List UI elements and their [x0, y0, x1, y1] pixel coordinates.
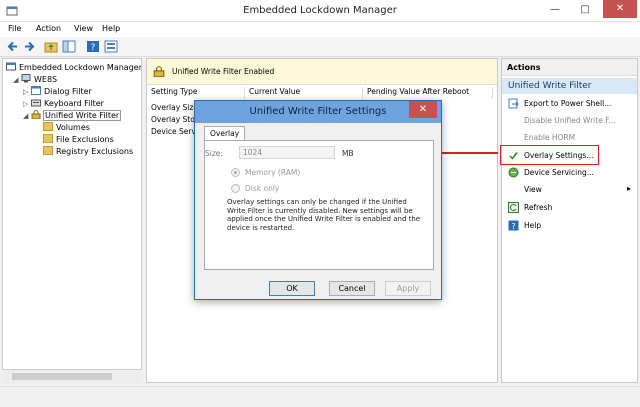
svg-text:?: ?	[91, 43, 96, 53]
action-device-servicing[interactable]: Device Servicing...	[524, 168, 594, 177]
action-refresh[interactable]: Refresh	[524, 203, 552, 212]
column-setting-type[interactable]: Setting Type	[147, 87, 245, 99]
menu-bar: File Action View Help	[0, 22, 640, 37]
table-row[interactable]: Device Servi	[151, 127, 198, 136]
close-button[interactable]: ✕	[603, 0, 637, 18]
lock-icon	[153, 66, 165, 77]
folder-icon	[43, 122, 53, 131]
memory-radio[interactable]	[231, 168, 240, 177]
device-servicing-icon	[508, 167, 519, 178]
navigation-tree: Embedded Lockdown Manager ◢ WE8S ▷ Dialog …	[2, 58, 142, 383]
tree-dialog-filter-label: Dialog Filter	[44, 87, 92, 96]
column-pending-value[interactable]: Pending Value After Reboot	[363, 87, 493, 99]
tree-dialog-filter[interactable]: ▷ Dialog Filter	[23, 86, 92, 96]
tree-unified-write-filter[interactable]: ◢ Unified Write Filter	[23, 110, 122, 121]
title-bar: Embedded Lockdown Manager — □ ✕	[0, 0, 640, 22]
tree-unified-write-filter-label: Unified Write Filter	[42, 110, 122, 121]
column-current-value[interactable]: Current Value	[245, 87, 363, 99]
tree-keyboard-filter[interactable]: ▷ Keyboard Filter	[23, 98, 104, 108]
collapse-icon[interactable]: ◢	[23, 112, 31, 120]
highlight-box	[500, 145, 599, 165]
properties-icon[interactable]	[104, 40, 118, 53]
size-input[interactable]	[239, 146, 335, 159]
lockdown-manager-icon	[6, 62, 16, 71]
tab-overlay[interactable]: Overlay	[204, 126, 246, 141]
uwf-settings-dialog: Unified Write Filter Settings ✕ Overlay …	[194, 100, 442, 300]
help-icon: ?	[508, 220, 519, 231]
table-row[interactable]: Overlay Size	[151, 103, 198, 112]
action-disable-uwf[interactable]: Disable Unified Write F...	[524, 116, 615, 125]
menu-file[interactable]: File	[8, 24, 21, 33]
actions-header: Actions	[502, 59, 637, 76]
actions-section-title[interactable]: Unified Write Filter	[502, 78, 637, 94]
table-row[interactable]: Overlay Stor	[151, 115, 198, 124]
action-help[interactable]: Help	[524, 221, 541, 230]
help-icon[interactable]: ?	[86, 40, 100, 53]
size-unit-label: MB	[342, 149, 354, 158]
toolbar: ?	[0, 37, 640, 57]
tree-volumes[interactable]: Volumes	[43, 122, 90, 132]
scrollbar-thumb[interactable]	[12, 373, 112, 380]
forward-icon[interactable]	[22, 40, 36, 53]
folder-icon	[43, 146, 53, 155]
dialog-filter-icon	[31, 86, 41, 95]
action-view[interactable]: View	[524, 185, 542, 194]
submenu-arrow-icon: ▸	[626, 184, 631, 193]
collapse-icon[interactable]: ◢	[13, 76, 21, 84]
maximize-button[interactable]: □	[572, 0, 598, 20]
dialog-title-bar[interactable]: Unified Write Filter Settings ✕	[195, 101, 441, 123]
tree-horizontal-scrollbar[interactable]	[2, 369, 142, 383]
up-folder-icon[interactable]	[44, 40, 58, 53]
menu-help[interactable]: Help	[102, 24, 120, 33]
show-hide-tree-icon[interactable]	[62, 40, 76, 53]
tree-file-exclusions-label: File Exclusions	[56, 135, 114, 144]
tree-registry-exclusions[interactable]: Registry Exclusions	[43, 146, 133, 156]
tree-volumes-label: Volumes	[56, 123, 90, 132]
ok-button[interactable]: OK	[269, 281, 315, 296]
status-bar	[0, 386, 640, 407]
overlay-note: Overlay settings can only be changed if …	[227, 198, 421, 232]
export-icon	[508, 98, 519, 109]
tree-root[interactable]: Embedded Lockdown Manager	[6, 62, 142, 72]
menu-action[interactable]: Action	[36, 24, 61, 33]
size-label: Size:	[205, 149, 223, 158]
tree-computer-label: WE8S	[34, 75, 58, 84]
folder-icon	[43, 134, 53, 143]
actions-pane: Actions Unified Write Filter Export to P…	[501, 58, 638, 383]
menu-view[interactable]: View	[74, 24, 93, 33]
dialog-close-button[interactable]: ✕	[409, 101, 437, 118]
expand-icon[interactable]: ▷	[23, 88, 31, 96]
refresh-icon	[508, 202, 519, 213]
cancel-button[interactable]: Cancel	[329, 281, 375, 296]
computer-icon	[21, 74, 31, 83]
memory-radio-label: Memory (RAM)	[245, 168, 301, 177]
apply-button[interactable]: Apply	[385, 281, 431, 296]
minimize-button[interactable]: —	[542, 0, 568, 20]
back-icon[interactable]	[6, 40, 20, 53]
tree-keyboard-filter-label: Keyboard Filter	[44, 99, 104, 108]
keyboard-icon	[31, 99, 41, 107]
action-export-powershell[interactable]: Export to Power Shell...	[524, 99, 611, 108]
tree-registry-exclusions-label: Registry Exclusions	[56, 147, 134, 156]
action-enable-horm[interactable]: Enable HORM	[524, 133, 575, 142]
status-banner: Unified Write Filter Enabled	[147, 59, 497, 85]
expand-icon[interactable]: ▷	[23, 100, 31, 108]
lock-icon	[31, 110, 41, 119]
disk-only-radio-label: Disk only	[245, 184, 280, 193]
tree-root-label: Embedded Lockdown Manager	[19, 63, 142, 72]
banner-text: Unified Write Filter Enabled	[172, 67, 275, 76]
dialog-title: Unified Write Filter Settings	[249, 106, 387, 117]
disk-only-radio[interactable]	[231, 184, 240, 193]
svg-text:?: ?	[511, 222, 515, 231]
tree-file-exclusions[interactable]: File Exclusions	[43, 134, 114, 144]
tree-computer[interactable]: ◢ WE8S	[13, 74, 57, 84]
